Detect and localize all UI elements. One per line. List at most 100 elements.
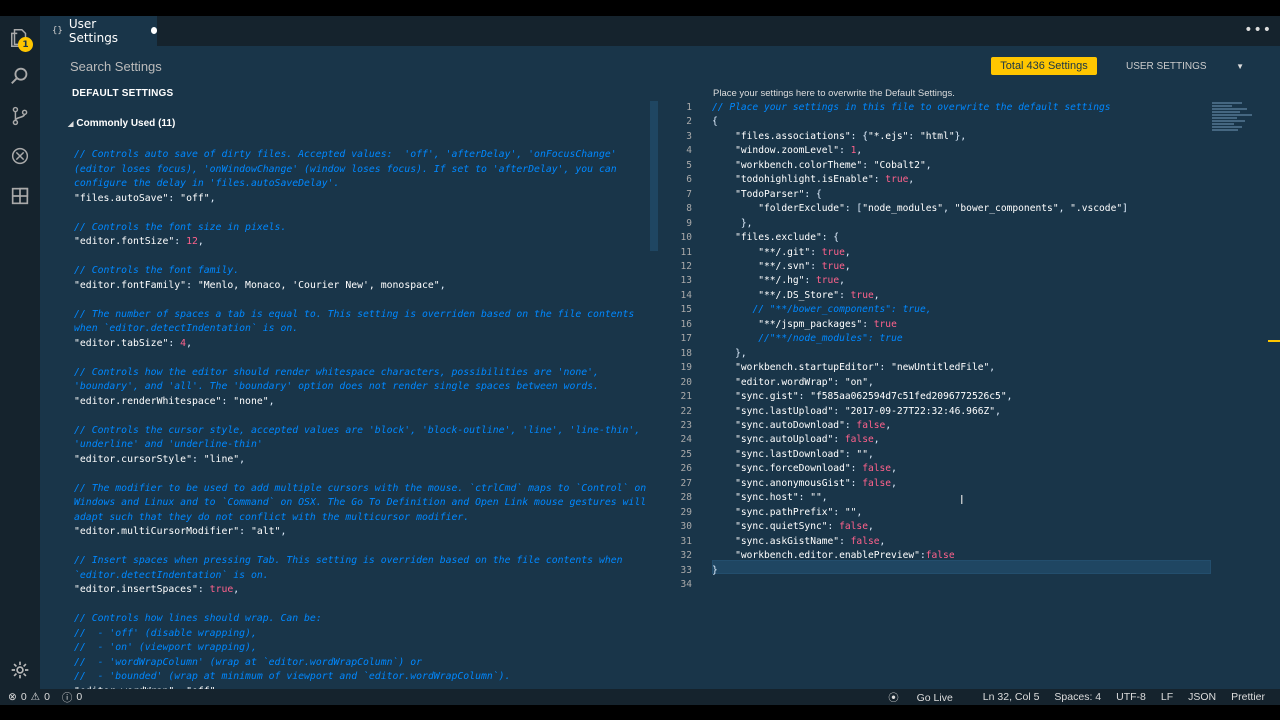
user-settings-editor[interactable]: Place your settings here to overwrite th…: [660, 86, 1280, 689]
code-line: "sync.lastUpload": "2017-09-27T22:32:46.…: [712, 405, 1212, 419]
code-line: //"**/node_modules": true: [712, 332, 1212, 346]
code-token: :: [839, 145, 851, 157]
code-line: "sync.autoDownload": false,: [712, 419, 1212, 433]
default-settings-pane[interactable]: DEFAULT SETTINGS ◢ Commonly Used (11) //…: [66, 86, 656, 689]
code-token: false: [862, 463, 892, 475]
error-icon: ⊗: [8, 691, 17, 703]
default-settings-code[interactable]: // Controls auto save of dirty files. Ac…: [74, 148, 654, 689]
code-token: "sync.lastDownload": [735, 448, 845, 460]
comment-text: // Controls how lines should wrap. Can b…: [74, 613, 322, 624]
code-line: "window.zoomLevel": 1,: [712, 144, 1212, 158]
code-line: Windows and Linux and to `Command` on OS…: [74, 496, 654, 511]
commonly-used-group[interactable]: ◢ Commonly Used (11): [68, 118, 175, 129]
vscode-window: 1 {} User Settings ••• Total 436 Setting…: [0, 16, 1280, 705]
comment-text: Windows and Linux and to `Command` on OS…: [74, 497, 647, 508]
comment-text: // Controls the cursor style, accepted v…: [74, 424, 641, 436]
line-end: ,: [233, 584, 240, 595]
total-settings-badge: Total 436 Settings: [991, 57, 1097, 75]
comment-text: when `editor.detectIndentation` is on.: [74, 323, 299, 334]
settings-scope-select[interactable]: USER SETTINGS ▼: [1120, 56, 1250, 76]
code-token: },: [712, 217, 753, 229]
comment-text: // The modifier to be used to add multip…: [74, 482, 647, 494]
code-line: configure the delay in 'files.autoSaveDe…: [74, 177, 654, 192]
problems-indicator[interactable]: ⊗ 0 ⚠ 0 ⓘ 0: [0, 690, 82, 705]
code-token: ,: [844, 246, 851, 258]
code-line: "sync.pathPrefix": "",: [712, 506, 1212, 520]
language-mode[interactable]: JSON: [1188, 691, 1216, 703]
setting-value: "line": [203, 453, 240, 465]
line-number: 27: [680, 477, 692, 489]
user-settings-code[interactable]: // Place your settings in this file to o…: [712, 101, 1212, 592]
code-token: "files.exclude": [735, 232, 822, 244]
code-token: :: [873, 174, 886, 186]
code-token: "sync.lastUpload": [735, 405, 834, 417]
comment-text: `editor.detectIndentation` is on.: [74, 569, 269, 581]
code-token: "sync.autoDownload": [735, 419, 845, 431]
code-token: ,: [995, 405, 1001, 417]
cursor-position[interactable]: Ln 32, Col 5: [983, 691, 1040, 703]
more-icon[interactable]: •••: [1244, 22, 1272, 38]
go-live-button[interactable]: ⦿ Go Live: [888, 690, 968, 705]
line-number: 33: [680, 564, 692, 576]
code-token: "": [810, 492, 822, 504]
code-line: 'boundary', and 'all'. The 'boundary' op…: [74, 380, 654, 395]
line-number: 1: [686, 102, 692, 113]
code-line: // Controls auto save of dirty files. Ac…: [74, 148, 654, 163]
code-token: ]: [1122, 203, 1128, 215]
code-line: "sync.quietSync": false,: [712, 520, 1212, 534]
code-token: ,: [821, 492, 828, 504]
search-settings-input[interactable]: [70, 56, 570, 76]
code-token: "newUntitledFile": [891, 362, 990, 374]
end-of-line[interactable]: LF: [1161, 691, 1173, 703]
code-token: :: [833, 434, 845, 446]
line-number: 32: [680, 550, 692, 562]
gear-icon[interactable]: [10, 660, 30, 680]
formatter[interactable]: Prettier: [1231, 691, 1265, 703]
line-number: 9: [686, 217, 692, 229]
comment-text: 'underline' and 'underline-thin': [74, 439, 263, 450]
tab-user-settings[interactable]: {} User Settings: [40, 16, 157, 46]
extensions-icon[interactable]: [8, 184, 32, 208]
code-line: "sync.gist": "f585aa062594d7c51fed209677…: [712, 390, 1212, 404]
code-token: "todohighlight.isEnable": [735, 174, 874, 186]
source-control-icon[interactable]: [8, 104, 32, 128]
code-line: "editor.renderWhitespace": "none",: [74, 395, 654, 410]
code-token: ,: [873, 289, 880, 301]
code-line: // Controls the font size in pixels.: [74, 221, 654, 236]
code-token: :: [804, 275, 816, 287]
code-line: "sync.lastDownload": "",: [712, 448, 1212, 462]
left-scrollbar[interactable]: [650, 101, 658, 251]
editor-hint: Place your settings here to overwrite th…: [713, 88, 955, 99]
setting-value: 12: [186, 236, 198, 247]
setting-value: "none": [233, 395, 269, 407]
search-icon[interactable]: [8, 64, 32, 88]
status-bar: ⊗ 0 ⚠ 0 ⓘ 0 ⦿ Go Live Ln 32, Col 5 Space…: [0, 689, 1280, 705]
line-number: 23: [680, 419, 692, 431]
debug-icon[interactable]: [8, 144, 32, 168]
setting-value: "Menlo, Monaco, 'Courier New', monospace…: [197, 279, 440, 291]
encoding[interactable]: UTF-8: [1116, 691, 1146, 703]
code-token: "window.zoomLevel": [735, 145, 840, 157]
line-end: ,: [186, 337, 192, 349]
code-token: "Cobalt2": [873, 159, 926, 171]
indentation[interactable]: Spaces: 4: [1054, 691, 1101, 703]
chevron-down-icon: ▼: [1236, 61, 1244, 71]
code-token: "": [844, 506, 857, 518]
unsaved-dot-icon[interactable]: [150, 27, 157, 34]
code-token: ,: [891, 463, 897, 475]
line-number: 2: [686, 116, 692, 128]
comment-text: // Controls the font family.: [74, 265, 240, 276]
minimap[interactable]: [1212, 102, 1267, 142]
code-token: false: [925, 550, 955, 562]
code-token: ,: [925, 159, 932, 171]
code-token: ,: [844, 260, 851, 272]
comment-text: // Controls the font size in pixels.: [74, 221, 287, 233]
code-token: },: [954, 130, 967, 142]
code-token: // "**/bower_components": true,: [752, 304, 932, 316]
